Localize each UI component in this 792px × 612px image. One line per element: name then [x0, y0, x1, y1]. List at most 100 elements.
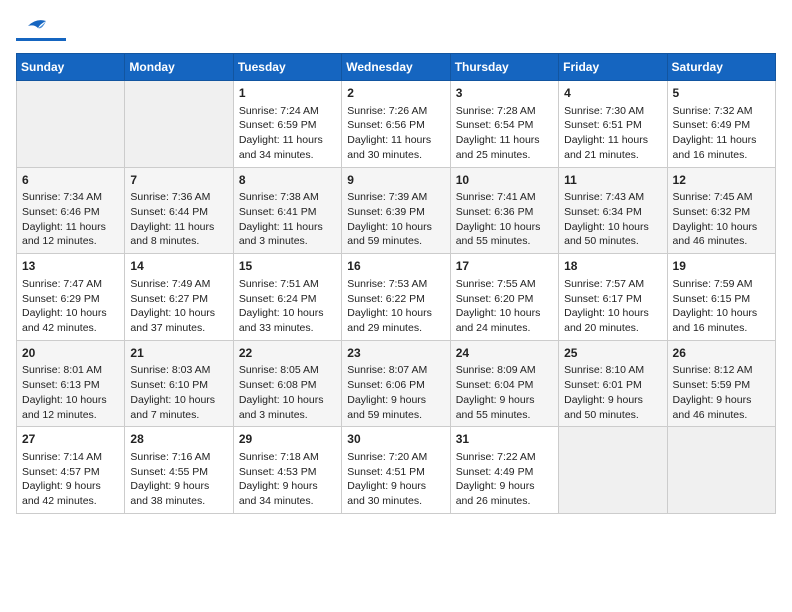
calendar-cell: 19Sunrise: 7:59 AMSunset: 6:15 PMDayligh…: [667, 254, 775, 341]
day-number: 28: [130, 431, 227, 448]
day-info-line: Daylight: 10 hours: [564, 220, 661, 235]
day-info-line: Daylight: 10 hours: [239, 393, 336, 408]
day-info-line: Daylight: 11 hours: [239, 133, 336, 148]
day-info-line: Sunset: 4:49 PM: [456, 465, 553, 480]
day-info-line: and 37 minutes.: [130, 321, 227, 336]
day-info-line: Sunset: 4:55 PM: [130, 465, 227, 480]
day-info-line: Daylight: 9 hours: [239, 479, 336, 494]
day-info-line: and 38 minutes.: [130, 494, 227, 509]
day-info-line: Daylight: 10 hours: [564, 306, 661, 321]
day-info-line: Sunset: 6:54 PM: [456, 118, 553, 133]
day-info-line: Daylight: 11 hours: [456, 133, 553, 148]
page-header: [16, 16, 776, 41]
day-info-line: Daylight: 9 hours: [673, 393, 770, 408]
day-info-line: and 46 minutes.: [673, 234, 770, 249]
day-info-line: and 42 minutes.: [22, 494, 119, 509]
day-info-line: Daylight: 10 hours: [673, 220, 770, 235]
week-row-1: 1Sunrise: 7:24 AMSunset: 6:59 PMDaylight…: [17, 81, 776, 168]
day-number: 12: [673, 172, 770, 189]
day-info-line: Sunset: 6:34 PM: [564, 205, 661, 220]
day-info-line: Sunrise: 7:57 AM: [564, 277, 661, 292]
day-info-line: Sunrise: 7:20 AM: [347, 450, 444, 465]
calendar-cell: [667, 427, 775, 514]
day-info-line: Sunrise: 7:55 AM: [456, 277, 553, 292]
calendar-cell: 21Sunrise: 8:03 AMSunset: 6:10 PMDayligh…: [125, 340, 233, 427]
day-info-line: and 50 minutes.: [564, 408, 661, 423]
day-info-line: Sunrise: 7:18 AM: [239, 450, 336, 465]
day-info-line: and 3 minutes.: [239, 408, 336, 423]
header-row: SundayMondayTuesdayWednesdayThursdayFrid…: [17, 54, 776, 81]
calendar-cell: 11Sunrise: 7:43 AMSunset: 6:34 PMDayligh…: [559, 167, 667, 254]
day-info-line: and 26 minutes.: [456, 494, 553, 509]
day-info-line: and 50 minutes.: [564, 234, 661, 249]
day-info-line: and 7 minutes.: [130, 408, 227, 423]
day-number: 16: [347, 258, 444, 275]
day-info-line: Daylight: 9 hours: [130, 479, 227, 494]
day-info-line: Daylight: 11 hours: [564, 133, 661, 148]
calendar-cell: 23Sunrise: 8:07 AMSunset: 6:06 PMDayligh…: [342, 340, 450, 427]
day-info-line: Daylight: 11 hours: [239, 220, 336, 235]
calendar-cell: 1Sunrise: 7:24 AMSunset: 6:59 PMDaylight…: [233, 81, 341, 168]
day-info-line: Sunrise: 8:05 AM: [239, 363, 336, 378]
day-info-line: and 33 minutes.: [239, 321, 336, 336]
day-info-line: Sunrise: 7:39 AM: [347, 190, 444, 205]
day-number: 18: [564, 258, 661, 275]
day-info-line: Sunrise: 7:49 AM: [130, 277, 227, 292]
day-info-line: Daylight: 9 hours: [456, 393, 553, 408]
day-info-line: Daylight: 10 hours: [22, 306, 119, 321]
day-info-line: Sunset: 6:59 PM: [239, 118, 336, 133]
calendar-cell: 9Sunrise: 7:39 AMSunset: 6:39 PMDaylight…: [342, 167, 450, 254]
day-info-line: Sunrise: 7:51 AM: [239, 277, 336, 292]
week-row-5: 27Sunrise: 7:14 AMSunset: 4:57 PMDayligh…: [17, 427, 776, 514]
day-info-line: Sunrise: 8:09 AM: [456, 363, 553, 378]
day-info-line: Sunrise: 7:32 AM: [673, 104, 770, 119]
day-info-line: Sunset: 6:29 PM: [22, 292, 119, 307]
day-info-line: and 12 minutes.: [22, 234, 119, 249]
calendar-cell: 3Sunrise: 7:28 AMSunset: 6:54 PMDaylight…: [450, 81, 558, 168]
calendar-cell: 16Sunrise: 7:53 AMSunset: 6:22 PMDayligh…: [342, 254, 450, 341]
calendar-cell: 26Sunrise: 8:12 AMSunset: 5:59 PMDayligh…: [667, 340, 775, 427]
day-info-line: and 30 minutes.: [347, 148, 444, 163]
day-info-line: Sunrise: 8:12 AM: [673, 363, 770, 378]
col-header-wednesday: Wednesday: [342, 54, 450, 81]
day-info-line: Sunset: 6:56 PM: [347, 118, 444, 133]
day-info-line: Daylight: 10 hours: [22, 393, 119, 408]
day-number: 15: [239, 258, 336, 275]
day-info-line: Daylight: 10 hours: [673, 306, 770, 321]
day-info-line: and 55 minutes.: [456, 408, 553, 423]
day-info-line: and 16 minutes.: [673, 148, 770, 163]
calendar-cell: 4Sunrise: 7:30 AMSunset: 6:51 PMDaylight…: [559, 81, 667, 168]
day-number: 24: [456, 345, 553, 362]
day-info-line: and 59 minutes.: [347, 234, 444, 249]
day-number: 10: [456, 172, 553, 189]
calendar-cell: 10Sunrise: 7:41 AMSunset: 6:36 PMDayligh…: [450, 167, 558, 254]
day-info-line: Sunrise: 8:03 AM: [130, 363, 227, 378]
day-info-line: Sunrise: 7:36 AM: [130, 190, 227, 205]
day-info-line: Sunrise: 8:07 AM: [347, 363, 444, 378]
day-info-line: Sunset: 6:24 PM: [239, 292, 336, 307]
day-info-line: Sunrise: 7:30 AM: [564, 104, 661, 119]
day-info-line: Sunset: 5:59 PM: [673, 378, 770, 393]
day-number: 4: [564, 85, 661, 102]
day-info-line: Daylight: 10 hours: [347, 220, 444, 235]
day-number: 3: [456, 85, 553, 102]
day-info-line: Sunset: 6:10 PM: [130, 378, 227, 393]
day-info-line: Daylight: 10 hours: [347, 306, 444, 321]
day-number: 7: [130, 172, 227, 189]
calendar-cell: 7Sunrise: 7:36 AMSunset: 6:44 PMDaylight…: [125, 167, 233, 254]
col-header-sunday: Sunday: [17, 54, 125, 81]
day-info-line: Sunset: 4:51 PM: [347, 465, 444, 480]
day-info-line: and 30 minutes.: [347, 494, 444, 509]
day-info-line: Sunrise: 8:10 AM: [564, 363, 661, 378]
day-number: 11: [564, 172, 661, 189]
day-info-line: Sunset: 6:06 PM: [347, 378, 444, 393]
col-header-monday: Monday: [125, 54, 233, 81]
day-number: 27: [22, 431, 119, 448]
day-number: 31: [456, 431, 553, 448]
day-info-line: Daylight: 11 hours: [130, 220, 227, 235]
day-info-line: Sunrise: 7:16 AM: [130, 450, 227, 465]
day-info-line: Daylight: 11 hours: [347, 133, 444, 148]
day-info-line: Sunset: 6:17 PM: [564, 292, 661, 307]
day-info-line: Daylight: 9 hours: [564, 393, 661, 408]
day-info-line: Sunrise: 7:59 AM: [673, 277, 770, 292]
